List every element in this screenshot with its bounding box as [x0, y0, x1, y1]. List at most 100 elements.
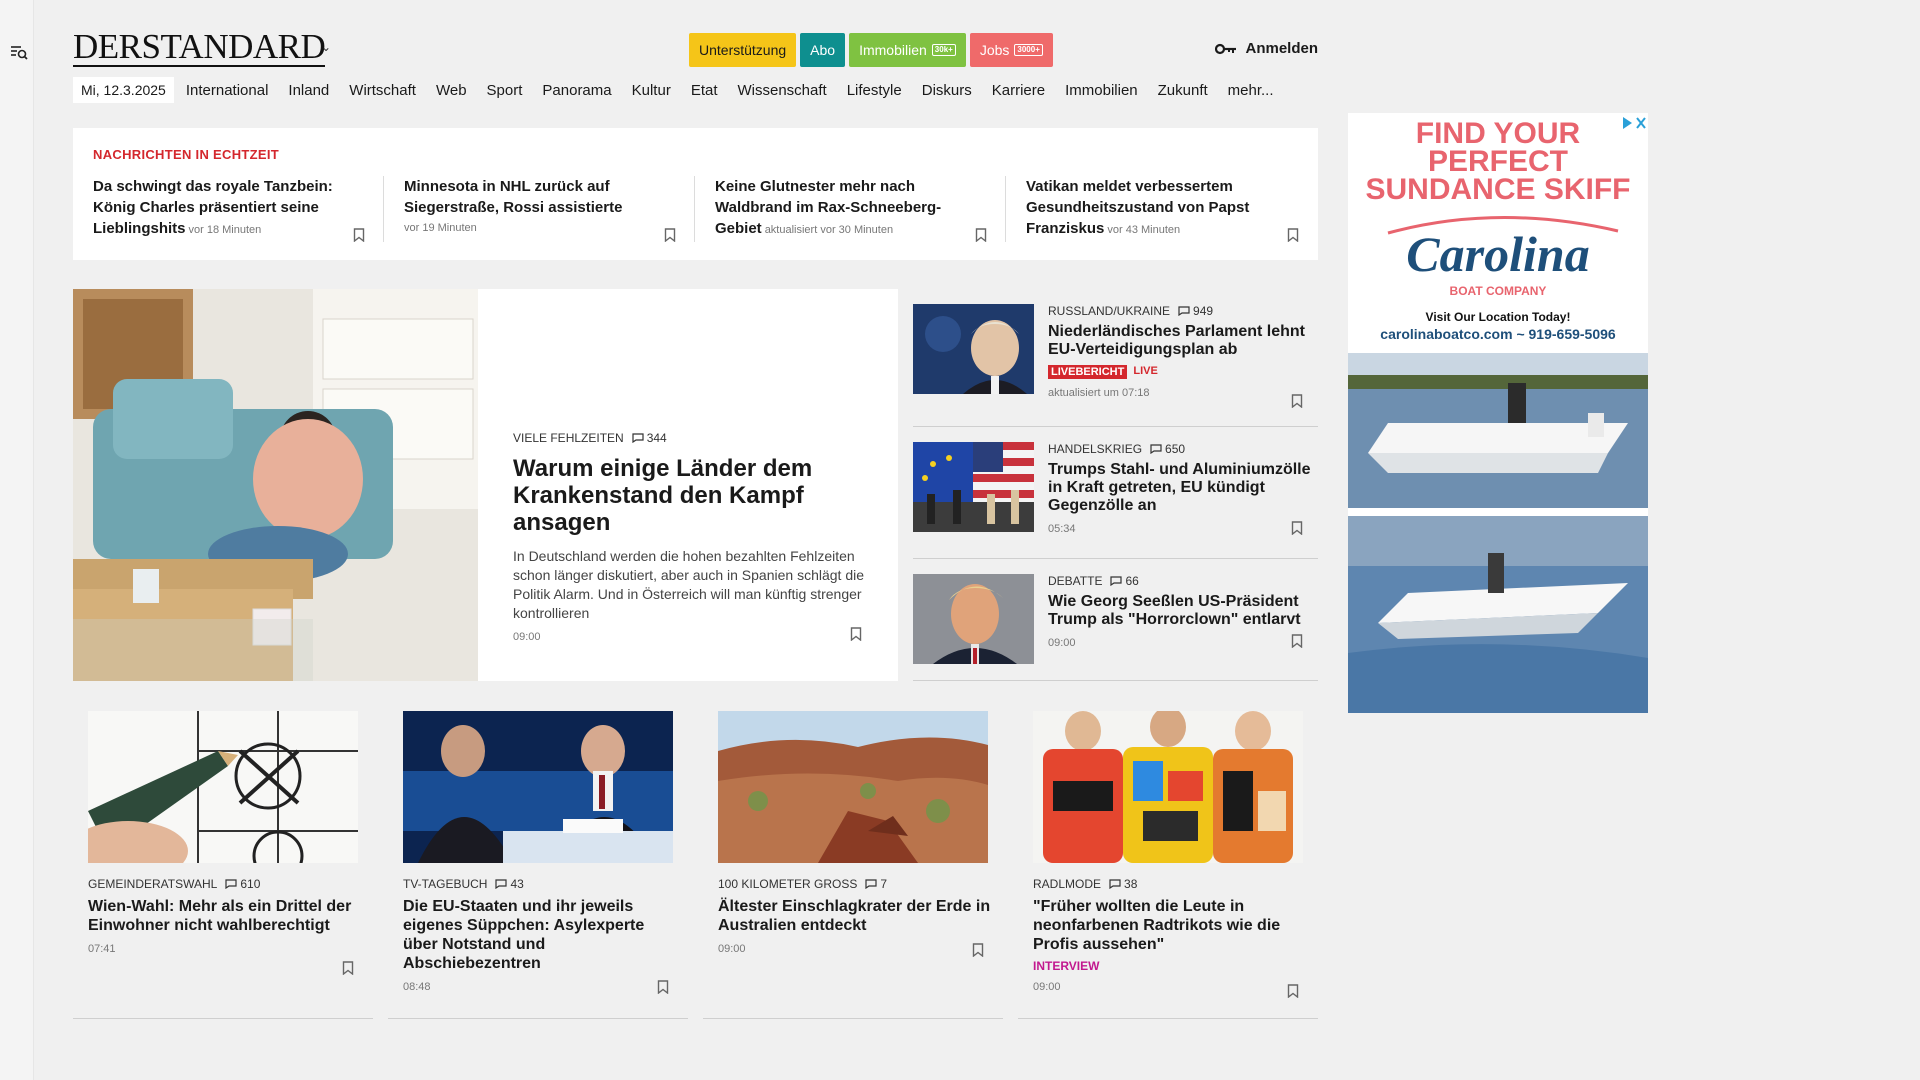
bookmark-icon[interactable]	[664, 228, 676, 242]
nav-item-etat[interactable]: Etat	[691, 82, 718, 99]
comment-number: 43	[510, 877, 524, 891]
comment-icon	[1150, 444, 1162, 454]
teaser-image[interactable]	[913, 442, 1034, 532]
live-ticker: Nachrichten in Echtzeit Da schwingt das …	[73, 128, 1318, 260]
bookmark-icon[interactable]	[353, 228, 365, 242]
teaser-title[interactable]: Ältester Einschlagkrater der Erde in Aus…	[718, 897, 993, 935]
comment-count[interactable]: 7	[865, 877, 887, 891]
teaser-text: Gemeinderatswahl 610 Wien-Wahl: Mehr als…	[88, 877, 363, 955]
side-teaser[interactable]: Handelskrieg 650 Trumps Stahl- und Alumi…	[913, 427, 1318, 559]
bookmark-icon[interactable]	[1291, 634, 1303, 648]
nav-item-wissenschaft[interactable]: Wissenschaft	[738, 82, 827, 99]
bookmark-icon[interactable]	[972, 943, 984, 957]
comment-count[interactable]: 43	[495, 877, 524, 891]
teaser-image[interactable]	[403, 711, 673, 863]
bookmark-icon[interactable]	[657, 980, 669, 994]
bookmark-icon[interactable]	[1287, 984, 1299, 998]
teaser-kicker: Russland/Ukraine 949	[1048, 304, 1313, 318]
kicker-label: Debatte	[1048, 574, 1103, 588]
hero-article[interactable]: Viele Fehlzeiten 344 Warum einige Länder…	[73, 289, 898, 681]
comment-number: 38	[1124, 877, 1138, 891]
comment-number: 610	[240, 877, 261, 891]
comment-count[interactable]: 66	[1110, 574, 1139, 588]
teaser-title[interactable]: Niederländisches Parlament lehnt EU-Vert…	[1048, 323, 1313, 359]
comment-count[interactable]: 344	[632, 431, 667, 445]
teaser-title[interactable]: "Früher wollten die Leute in neonfarbene…	[1033, 897, 1308, 954]
ressort-nav: Mi, 12.3.2025 International Inland Wirts…	[73, 76, 1294, 104]
kicker-label: Russland/Ukraine	[1048, 304, 1171, 318]
nav-item-zukunft[interactable]: Zukunft	[1158, 82, 1208, 99]
ticker-item[interactable]: Vatikan meldet verbessertem Gesundheitsz…	[1006, 176, 1317, 242]
nav-item-inland[interactable]: Inland	[288, 82, 329, 99]
ticker-item[interactable]: Da schwingt das royale Tanzbein: König C…	[73, 176, 384, 242]
teaser-kicker: Gemeinderatswahl 610	[88, 877, 363, 891]
bookmark-icon[interactable]	[975, 228, 987, 242]
kicker-label: 100 Kilometer groß	[718, 877, 858, 891]
teaser-title[interactable]: Wien-Wahl: Mehr als ein Drittel der Einw…	[88, 897, 363, 935]
bookmark-icon[interactable]	[1291, 521, 1303, 535]
bookmark-icon[interactable]	[1287, 228, 1299, 242]
ticker-item[interactable]: Keine Glutnester mehr nach Waldbrand im …	[695, 176, 1006, 242]
hero-lead: In Deutschland werden die hohen bezahlte…	[513, 548, 864, 621]
grid-teaser[interactable]: Gemeinderatswahl 610 Wien-Wahl: Mehr als…	[73, 711, 373, 1019]
teaser-text: Radlmode 38 "Früher wollten die Leute in…	[1033, 877, 1308, 993]
teaser-image[interactable]	[718, 711, 988, 863]
hero-image[interactable]	[73, 289, 478, 681]
login-label: Anmelden	[1245, 40, 1318, 57]
nav-item-mehr[interactable]: mehr...	[1228, 82, 1274, 99]
teaser-image[interactable]	[1033, 711, 1303, 863]
grid-teaser[interactable]: 100 Kilometer groß 7 Ältester Einschlagk…	[703, 711, 1003, 1019]
live-label: LIVE	[1133, 365, 1158, 377]
teaser-time: 07:41	[88, 943, 116, 955]
comment-count[interactable]: 38	[1109, 877, 1137, 891]
teaser-image[interactable]	[913, 574, 1034, 664]
ad-banner[interactable]: FIND YOUR PERFECT SUNDANCE SKIFF Carolin…	[1348, 113, 1648, 713]
grid-teaser[interactable]: TV-Tagebuch 43 Die EU-Staaten und ihr je…	[388, 711, 688, 1019]
menu-search-icon[interactable]	[9, 42, 29, 62]
comment-number: 344	[646, 431, 667, 445]
service-pills: Unterstützung Abo Immobilien 30k+ Jobs 3…	[689, 33, 1053, 67]
teaser-image[interactable]	[913, 304, 1034, 394]
pill-jobs[interactable]: Jobs 3000+	[969, 33, 1053, 67]
teaser-time: 08:48	[403, 981, 431, 993]
ticker-headline[interactable]: Minnesota in NHL zurück auf Siegerstraße…	[404, 178, 622, 216]
login-button[interactable]: Anmelden	[1215, 40, 1318, 57]
nav-item-lifestyle[interactable]: Lifestyle	[847, 82, 902, 99]
bookmark-icon[interactable]	[850, 627, 862, 641]
nav-item-wirtschaft[interactable]: Wirtschaft	[349, 82, 416, 99]
grid-teaser[interactable]: Radlmode 38 "Früher wollten die Leute in…	[1018, 711, 1318, 1019]
nav-item-karriere[interactable]: Karriere	[992, 82, 1045, 99]
nav-item-sport[interactable]: Sport	[487, 82, 523, 99]
comment-icon	[1109, 879, 1121, 889]
bookmark-icon[interactable]	[1291, 394, 1303, 408]
comment-count[interactable]: 610	[225, 877, 260, 891]
side-teaser[interactable]: Debatte 66 Wie Georg Seeßlen US-Präsiden…	[913, 559, 1318, 681]
nav-item-kultur[interactable]: Kultur	[632, 82, 671, 99]
nav-item-immobilien[interactable]: Immobilien	[1065, 82, 1138, 99]
teaser-title[interactable]: Trumps Stahl- und Aluminiumzölle in Kraf…	[1048, 461, 1313, 515]
ad-brand-sub: BOAT COMPANY	[1450, 284, 1547, 298]
liveblog-badge: LIVEBERICHT	[1048, 365, 1128, 379]
bookmark-icon[interactable]	[342, 961, 354, 975]
comment-count[interactable]: 949	[1178, 304, 1213, 318]
comment-count[interactable]: 650	[1150, 442, 1185, 456]
pill-unterstuetzung[interactable]: Unterstützung	[689, 33, 797, 67]
side-teaser[interactable]: Russland/Ukraine 949 Niederländisches Pa…	[913, 289, 1318, 427]
teaser-title[interactable]: Wie Georg Seeßlen US-Präsident Trump als…	[1048, 593, 1313, 629]
pill-immobilien[interactable]: Immobilien 30k+	[849, 33, 966, 67]
chevron-down-icon[interactable]: ⌄	[321, 40, 331, 54]
teaser-image[interactable]	[88, 711, 358, 863]
hero-title[interactable]: Warum einige Länder dem Krankenstand den…	[513, 455, 868, 536]
nav-item-diskurs[interactable]: Diskurs	[922, 82, 972, 99]
nav-item-international[interactable]: International	[186, 82, 269, 99]
ticker-item[interactable]: Minnesota in NHL zurück auf Siegerstraße…	[384, 176, 695, 242]
pill-badge: 30k+	[931, 44, 956, 56]
ticker-time: vor 18 Minuten	[188, 224, 262, 236]
logo[interactable]: DERSTANDARD	[73, 29, 326, 67]
teaser-kicker: Radlmode 38	[1033, 877, 1308, 891]
nav-item-web[interactable]: Web	[436, 82, 467, 99]
nav-item-panorama[interactable]: Panorama	[542, 82, 611, 99]
pill-abo[interactable]: Abo	[800, 33, 846, 67]
teaser-title[interactable]: Die EU-Staaten und ihr jeweils eigenes S…	[403, 897, 678, 973]
comment-icon	[1110, 576, 1123, 586]
